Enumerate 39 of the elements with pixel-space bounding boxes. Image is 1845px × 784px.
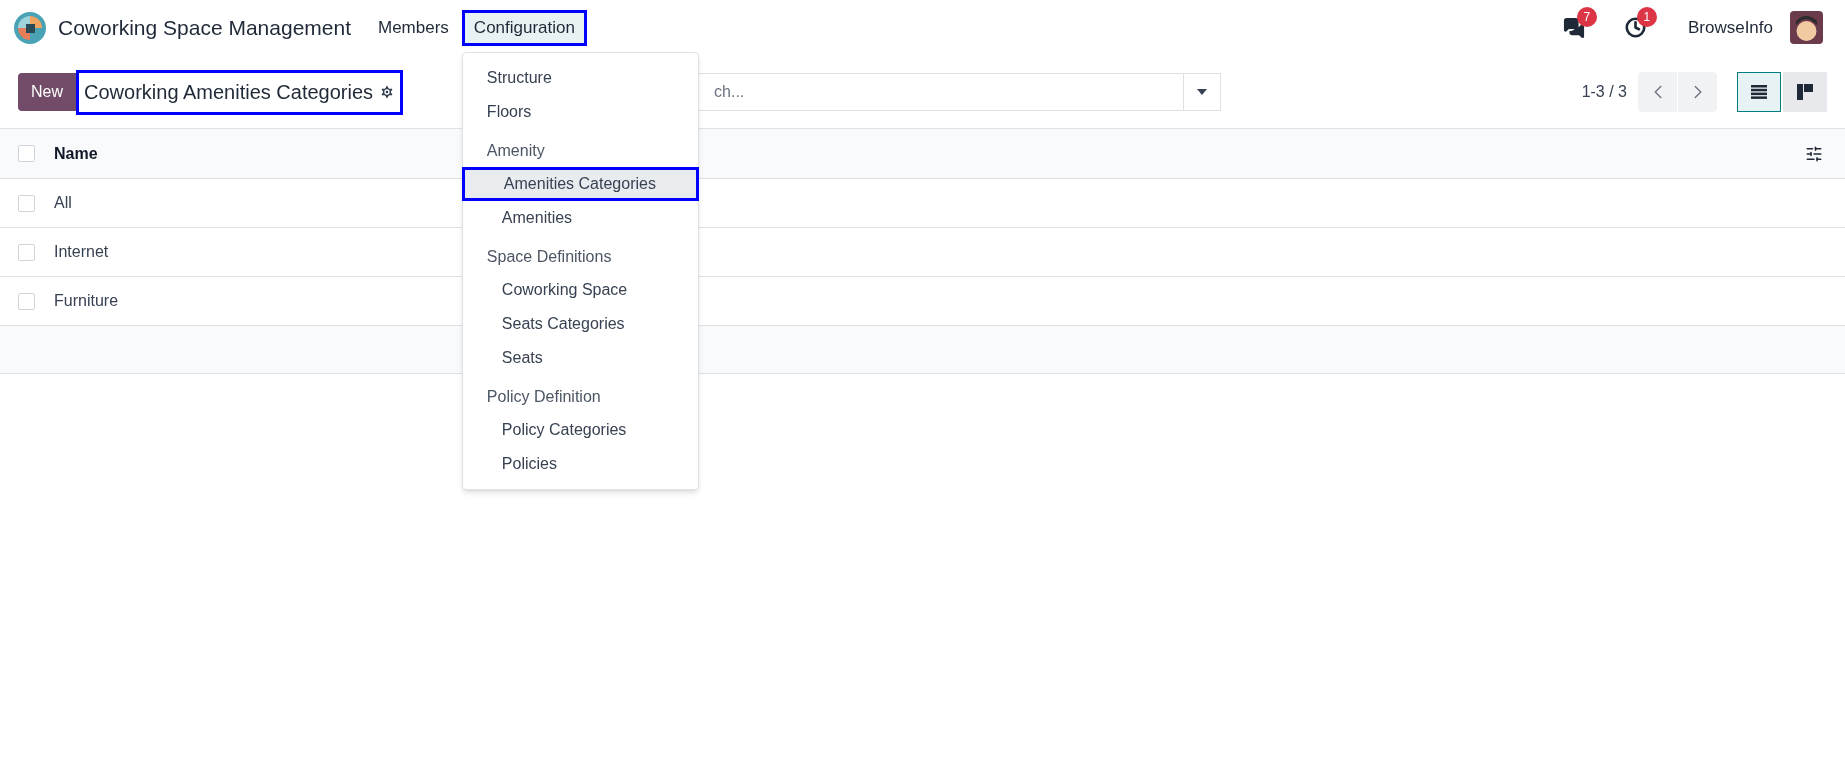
caret-icon <box>1197 89 1208 95</box>
table-cell-text: All <box>54 193 72 213</box>
row-checkbox[interactable] <box>18 145 35 162</box>
menu-item[interactable]: Amenities Categories <box>461 166 699 201</box>
new-button[interactable]: New <box>18 73 76 111</box>
table-cell-text: Internet <box>54 242 109 262</box>
menu-item[interactable]: Coworking Space <box>462 272 698 307</box>
app-logo-icon[interactable] <box>14 11 46 44</box>
list-view-button[interactable] <box>1737 72 1781 112</box>
menu-item[interactable]: Policy Categories <box>462 412 698 447</box>
search-options-toggle[interactable] <box>1184 73 1222 111</box>
optional-columns-icon[interactable] <box>1805 144 1823 163</box>
menu-item[interactable]: Seats Categories <box>462 306 698 341</box>
kanban-icon <box>1797 84 1813 100</box>
user-avatar[interactable] <box>1790 11 1823 44</box>
user-name[interactable]: BrowseInfo <box>1687 14 1773 41</box>
menu-section-header: Amenity <box>485 140 546 161</box>
row-checkbox[interactable] <box>18 243 35 261</box>
app-title[interactable]: Coworking Space Management <box>58 11 351 44</box>
breadcrumb-text: Coworking Amenities Categories <box>84 80 374 105</box>
menu-section-header: Space Definitions <box>485 246 613 267</box>
menu-item[interactable]: Policies <box>462 446 698 481</box>
kanban-view-button[interactable] <box>1783 72 1827 112</box>
settings-icon[interactable] <box>379 84 396 100</box>
messages-icon[interactable] <box>1562 16 1585 39</box>
row-checkbox[interactable] <box>18 292 35 310</box>
menu-item[interactable]: Amenities <box>462 200 698 235</box>
menu-item[interactable]: Seats <box>462 340 698 375</box>
nav-menu-item[interactable]: Configuration <box>461 9 587 46</box>
list-icon <box>1751 85 1767 99</box>
column-header[interactable]: Name <box>54 141 98 166</box>
message-count-badge: 7 <box>1576 6 1597 27</box>
pager-value[interactable]: 1-3 / 3 <box>1581 80 1627 104</box>
activities-clock-icon[interactable] <box>1624 17 1646 38</box>
menu-section-header: Policy Definition <box>485 386 602 407</box>
row-checkbox[interactable] <box>18 194 35 212</box>
nav-menu-item[interactable]: Members <box>369 9 458 46</box>
table-cell-text: Furniture <box>54 291 119 311</box>
activity-count-badge: 1 <box>1636 7 1657 27</box>
